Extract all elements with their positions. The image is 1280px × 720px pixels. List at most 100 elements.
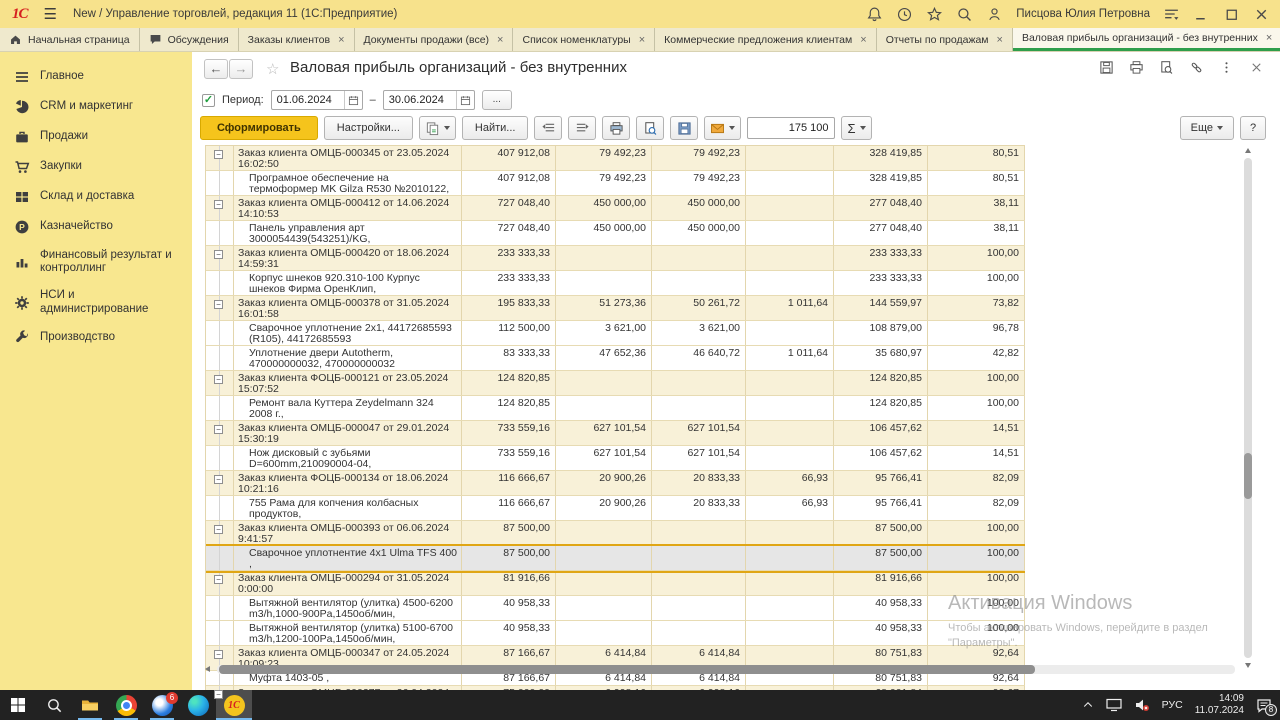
product-row[interactable]: Нож дисковый с зубьями D=600mm,210090004… [206, 446, 1025, 471]
order-name[interactable]: Заказ клиента ОМЦБ-000393 от 06.06.2024 … [234, 521, 462, 545]
maximize-button[interactable] [1223, 6, 1240, 23]
forward-button[interactable]: → [229, 59, 253, 79]
sidebar-item-5[interactable]: PКазначейство [0, 212, 192, 242]
tab-6[interactable]: Отчеты по продажам× [877, 28, 1013, 51]
user-icon[interactable] [986, 6, 1003, 23]
tab-close-icon[interactable]: × [497, 34, 503, 46]
product-row[interactable]: 755 Рама для копчения колбасных продукто… [206, 496, 1025, 521]
autosum-button[interactable]: Σ [841, 116, 871, 140]
value-cell-3[interactable]: 66,93 [746, 496, 834, 520]
hscroll-thumb[interactable] [219, 665, 1035, 674]
tree-cell[interactable]: − [206, 146, 234, 170]
value-cell-5[interactable]: 100,00 [928, 596, 1025, 620]
order-group-row[interactable]: −Заказ клиента ОМЦБ-000294 от 31.05.2024… [206, 571, 1025, 596]
value-cell-5[interactable]: 14,51 [928, 446, 1025, 470]
period-checkbox[interactable]: ✓ [202, 94, 215, 107]
value-cell-1[interactable]: 3 621,00 [556, 321, 652, 345]
value-cell-1[interactable]: 20 900,26 [556, 496, 652, 520]
value-cell-5[interactable]: 80,51 [928, 146, 1025, 170]
product-name[interactable]: Сварочное уплотнентие 4х1 Ulma TFS 400 , [234, 546, 462, 570]
product-name[interactable]: Корпус шнеков 920.310-100 Курпус шнеков … [234, 271, 462, 295]
tab-0[interactable]: Начальная страница [0, 28, 140, 51]
sidebar-item-8[interactable]: Производство [0, 323, 192, 353]
product-name[interactable]: Вытяжной вентилятор (улитка) 5100-6700 m… [234, 621, 462, 645]
value-cell-4[interactable]: 328 419,85 [834, 171, 928, 195]
sidebar-item-0[interactable]: Главное [0, 62, 192, 92]
value-cell-5[interactable]: 38,11 [928, 196, 1025, 220]
file-explorer-icon[interactable] [72, 690, 108, 720]
value-cell-2[interactable] [652, 271, 746, 295]
value-cell-5[interactable]: 100,00 [928, 521, 1025, 545]
value-cell-5[interactable]: 100,00 [928, 371, 1025, 395]
value-cell-0[interactable]: 116 666,67 [462, 471, 556, 495]
value-cell-4[interactable]: 35 680,97 [834, 346, 928, 370]
sidebar-item-4[interactable]: Склад и доставка [0, 182, 192, 212]
value-cell-0[interactable]: 87 500,00 [462, 521, 556, 545]
value-cell-1[interactable]: 450 000,00 [556, 221, 652, 245]
history-icon[interactable] [896, 6, 913, 23]
value-cell-3[interactable]: 1 011,64 [746, 296, 834, 320]
order-group-row[interactable]: −Заказ клиента ОМЦБ-000420 от 18.06.2024… [206, 246, 1025, 271]
edge-icon[interactable] [180, 690, 216, 720]
value-cell-0[interactable]: 733 559,16 [462, 446, 556, 470]
value-cell-5[interactable]: 42,82 [928, 346, 1025, 370]
save-icon[interactable] [1099, 60, 1114, 75]
collapse-minus-icon[interactable]: − [214, 425, 223, 434]
taskbar-search-icon[interactable] [36, 690, 72, 720]
product-row[interactable]: Програмное обеспечение на термоформер MK… [206, 171, 1025, 196]
value-cell-5[interactable]: 100,00 [928, 571, 1025, 595]
favorites-star-icon[interactable] [926, 6, 943, 23]
value-cell-5[interactable]: 96,78 [928, 321, 1025, 345]
date-to-field[interactable]: 30.06.2024 [383, 90, 475, 110]
save-result-button[interactable] [670, 116, 698, 140]
value-cell-1[interactable]: 79 492,23 [556, 146, 652, 170]
value-cell-1[interactable] [556, 521, 652, 545]
date-from-field[interactable]: 01.06.2024 [271, 90, 363, 110]
value-cell-2[interactable] [652, 521, 746, 545]
value-cell-4[interactable]: 95 766,41 [834, 496, 928, 520]
collapse-minus-icon[interactable]: − [214, 690, 223, 699]
value-cell-0[interactable]: 40 958,33 [462, 596, 556, 620]
product-name[interactable]: Програмное обеспечение на термоформер MK… [234, 171, 462, 195]
order-name[interactable]: Заказ клиента ФОЦБ-000134 от 18.06.2024 … [234, 471, 462, 495]
value-cell-4[interactable]: 106 457,62 [834, 421, 928, 445]
chrome-icon[interactable] [108, 690, 144, 720]
value-cell-2[interactable] [652, 621, 746, 645]
vscroll-thumb[interactable] [1244, 453, 1252, 499]
collapse-minus-icon[interactable]: − [214, 650, 223, 659]
value-cell-4[interactable]: 95 766,41 [834, 471, 928, 495]
sidebar-item-2[interactable]: Продажи [0, 122, 192, 152]
get-link-icon[interactable] [1189, 60, 1204, 75]
value-cell-1[interactable]: 51 273,36 [556, 296, 652, 320]
more-kebab-icon[interactable] [1219, 60, 1234, 75]
product-row[interactable]: Вытяжной вентилятор (улитка) 4500-6200 m… [206, 596, 1025, 621]
value-cell-0[interactable]: 124 820,85 [462, 396, 556, 420]
value-cell-3[interactable] [746, 271, 834, 295]
add-favorite-star-icon[interactable]: ☆ [266, 60, 279, 78]
collapse-minus-icon[interactable]: − [214, 375, 223, 384]
tree-cell[interactable]: − [206, 571, 234, 595]
value-cell-2[interactable] [652, 246, 746, 270]
tab-close-icon[interactable]: × [1266, 32, 1272, 44]
value-cell-3[interactable] [746, 596, 834, 620]
value-cell-0[interactable]: 195 833,33 [462, 296, 556, 320]
print-button[interactable] [602, 116, 630, 140]
value-cell-0[interactable]: 116 666,67 [462, 496, 556, 520]
value-cell-5[interactable]: 14,51 [928, 421, 1025, 445]
product-row[interactable]: Вытяжной вентилятор (улитка) 5100-6700 m… [206, 621, 1025, 646]
tab-2[interactable]: Заказы клиентов× [239, 28, 355, 51]
tree-cell[interactable]: − [206, 521, 234, 545]
value-cell-3[interactable] [746, 421, 834, 445]
value-cell-5[interactable]: 82,09 [928, 471, 1025, 495]
collapse-minus-icon[interactable]: − [214, 300, 223, 309]
value-cell-2[interactable]: 46 640,72 [652, 346, 746, 370]
tree-cell[interactable]: − [206, 246, 234, 270]
value-cell-4[interactable]: 233 333,33 [834, 246, 928, 270]
value-cell-4[interactable]: 106 457,62 [834, 446, 928, 470]
value-cell-1[interactable] [556, 571, 652, 595]
value-cell-1[interactable]: 627 101,54 [556, 421, 652, 445]
order-group-row[interactable]: −Заказ клиента ФОЦБ-000134 от 18.06.2024… [206, 471, 1025, 496]
tab-7[interactable]: Валовая прибыль организаций - без внутре… [1013, 28, 1280, 51]
product-row[interactable]: Ремонт вала Куттера Zeydelmann 324 2008 … [206, 396, 1025, 421]
start-button[interactable] [0, 690, 36, 720]
